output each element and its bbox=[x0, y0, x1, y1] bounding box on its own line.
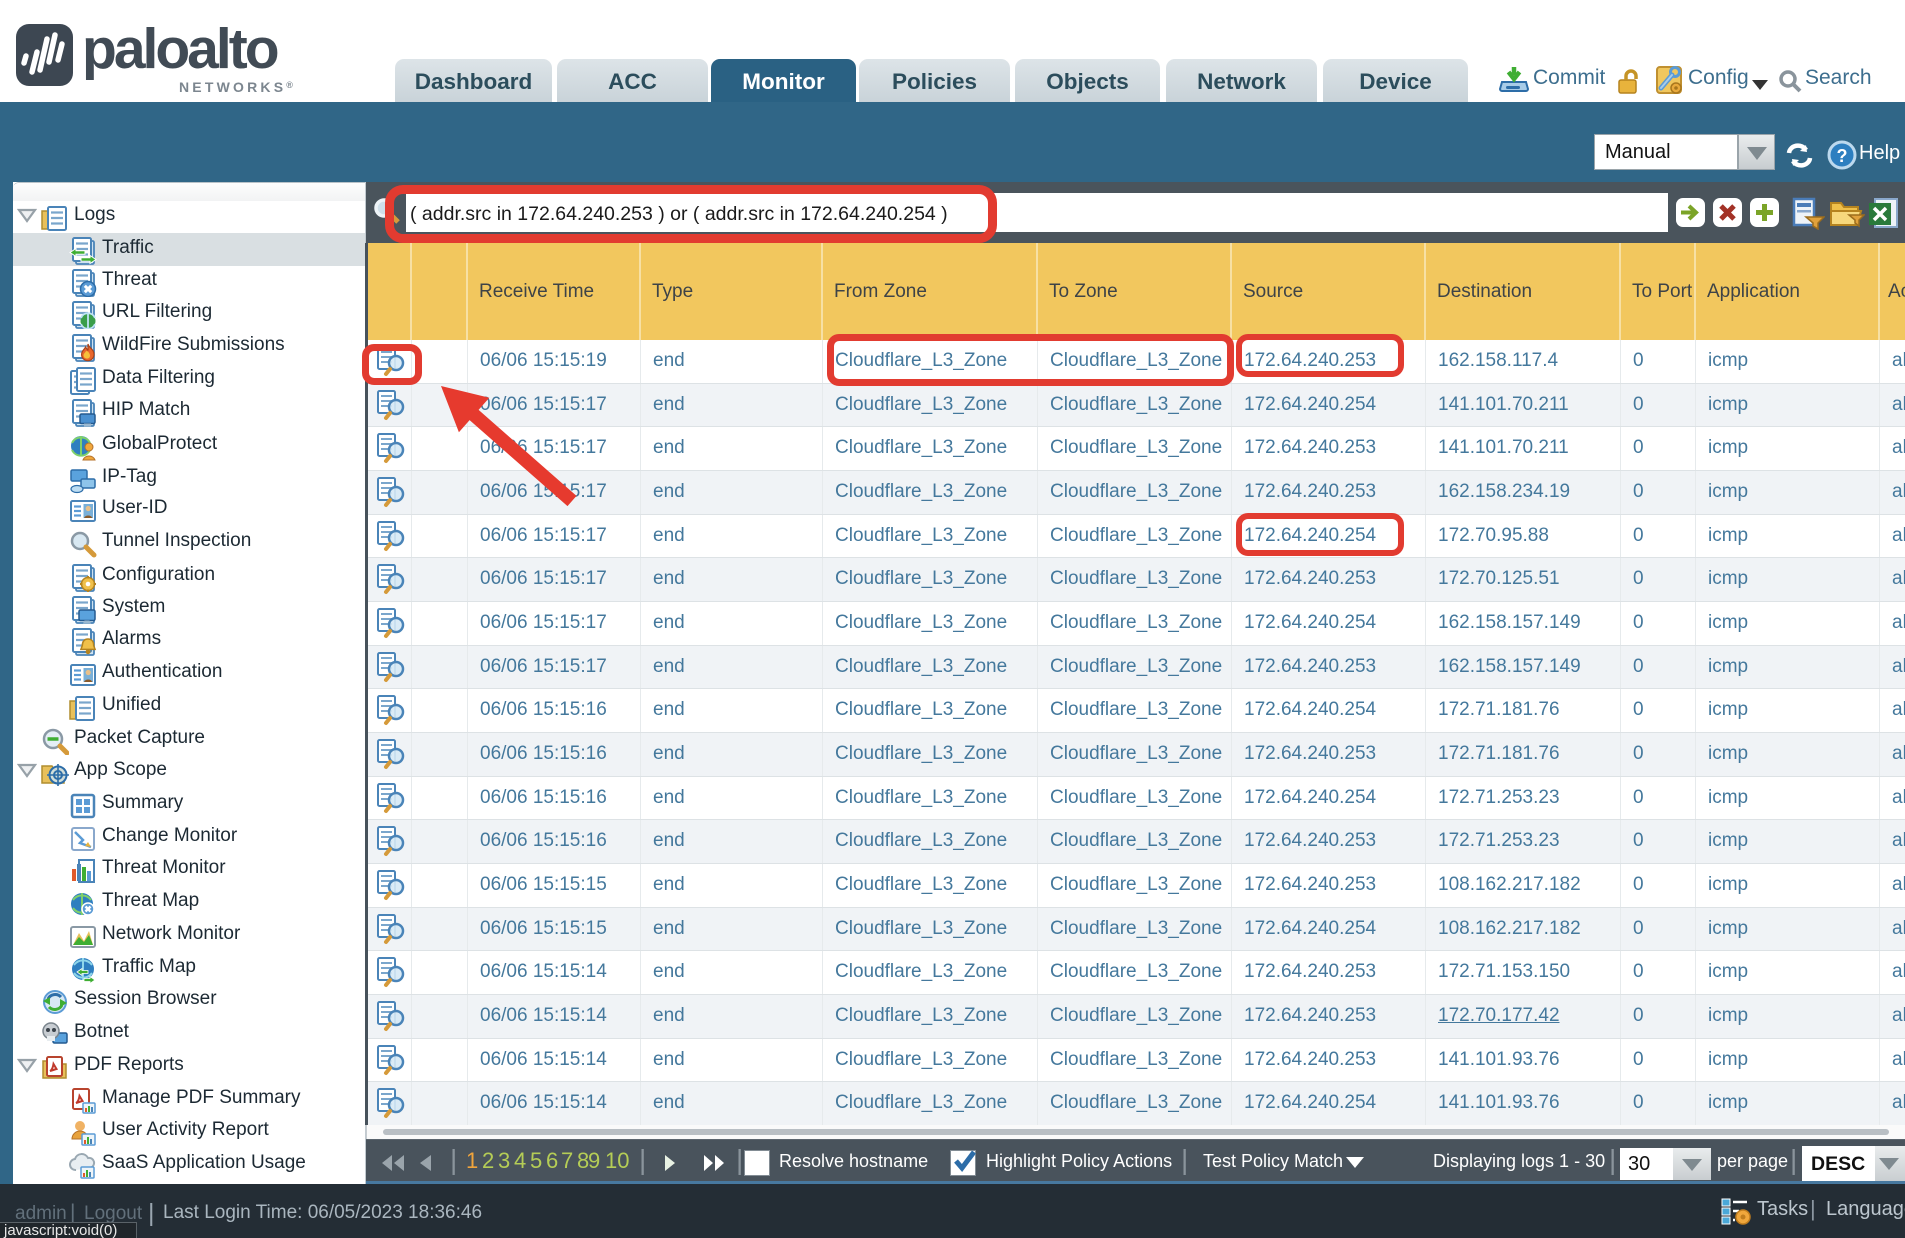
svg-text:?: ? bbox=[1837, 146, 1848, 166]
